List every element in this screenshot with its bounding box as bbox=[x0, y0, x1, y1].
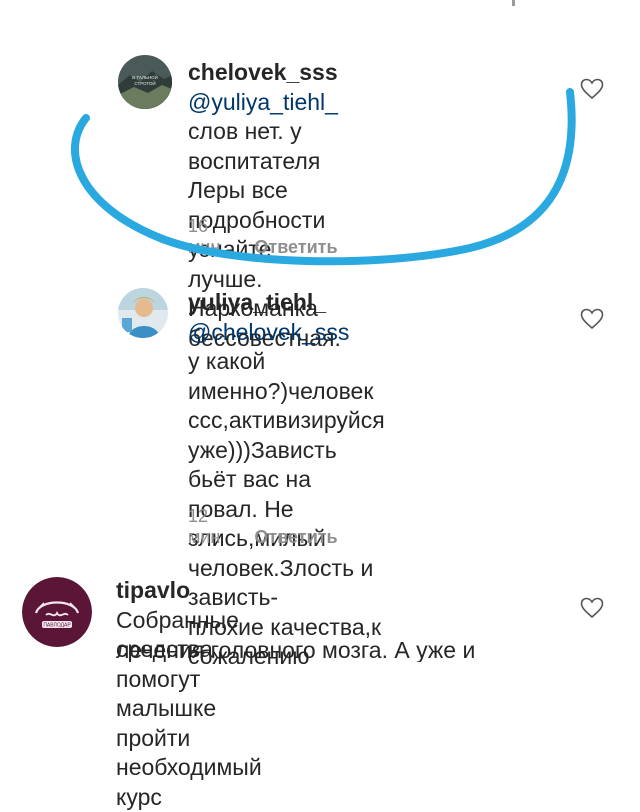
heart-icon[interactable] bbox=[580, 78, 604, 100]
comment-line: уже)))Зависть бьёт вас на bbox=[188, 436, 337, 493]
heart-icon[interactable] bbox=[580, 308, 604, 330]
comment-meta: 12 мин Ответить bbox=[188, 506, 338, 548]
comment-line: лечения головного мозга. А уже и bbox=[116, 637, 476, 662]
heart-icon[interactable] bbox=[580, 597, 604, 619]
avatar[interactable] bbox=[118, 288, 168, 338]
comment-mention[interactable]: @yuliya_tiehl_ bbox=[188, 89, 338, 115]
comment-time: 12 мин bbox=[188, 506, 221, 547]
avatar-text-line: ПАВЛОДАР bbox=[43, 623, 71, 629]
comment-line: малышке пройти необходимый курс bbox=[116, 695, 262, 810]
comment-body: tipavlo Собранные средства помогут малыш… bbox=[116, 576, 262, 812]
comment-username[interactable]: chelovek_sss bbox=[188, 59, 338, 85]
avatar[interactable]: В ТАЛЬНОЙ СТРОГОЙ bbox=[118, 55, 172, 109]
comment-username[interactable]: yuliya_tiehl_ bbox=[188, 289, 326, 315]
top-edge-mark bbox=[512, 0, 515, 6]
reply-button[interactable]: Ответить bbox=[254, 527, 337, 547]
reply-button[interactable]: Ответить bbox=[254, 237, 337, 257]
comment-mention[interactable]: @chelovek_sss bbox=[188, 319, 349, 345]
comment-time: 16 мин bbox=[188, 216, 221, 257]
comment-username[interactable]: tipavlo bbox=[116, 577, 190, 603]
comment-line: ссс,активизируйся bbox=[188, 407, 385, 433]
comment-line: слов нет. у воспитателя bbox=[188, 118, 321, 174]
comment-line-cut: лечения головного мозга. А уже и bbox=[116, 636, 548, 662]
avatar-text-line: В ТАЛЬНОЙ bbox=[132, 73, 158, 80]
comment-line: у какой именно?)человек bbox=[188, 348, 374, 404]
avatar[interactable]: ПАВЛОДАР bbox=[22, 577, 92, 647]
avatar-text-line: СТРОГОЙ bbox=[134, 79, 155, 86]
comment-meta: 16 мин Ответить bbox=[188, 216, 338, 258]
